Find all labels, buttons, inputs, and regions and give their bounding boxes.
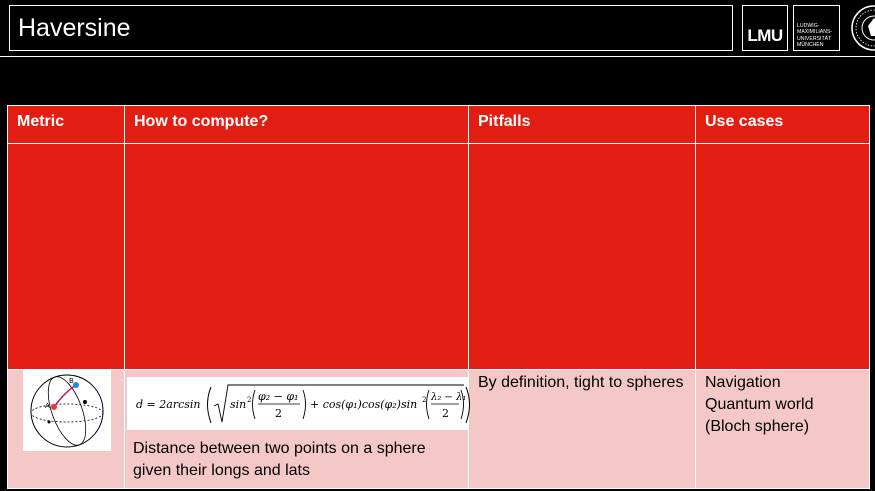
column-header-how-to-compute: How to compute? <box>124 105 469 144</box>
column-header-metric: Metric <box>7 105 125 144</box>
list-item: Quantum world <box>705 396 814 413</box>
formula-description: Distance between two points on a sphere … <box>133 440 426 479</box>
svg-text:+ cos(φ₁)cos(φ₂)sin: + cos(φ₁)cos(φ₂)sin <box>310 398 417 411</box>
column-header-use-cases: Use cases <box>695 105 870 144</box>
column-header-pitfalls: Pitfalls <box>468 105 696 144</box>
university-seal-icon <box>851 5 875 51</box>
haversine-formula: d = 2arcsin sin 2 φ₂ − φ₁ 2 + cos(φ₁)cos… <box>127 377 473 430</box>
use-cases-cell: Navigation Quantum world (Bloch sphere) <box>695 369 870 489</box>
svg-text:φ₂ − φ₁: φ₂ − φ₁ <box>258 390 298 403</box>
table-row: A B d = 2arcsin sin 2 φ₂ − φ₁ 2 + cos(φ₁… <box>7 369 870 489</box>
pitfalls-text: By definition, tight to spheres <box>478 374 684 391</box>
svg-text:λ₂ − λ₁: λ₂ − λ₁ <box>430 392 466 403</box>
use-cases-list: Navigation Quantum world (Bloch sphere) <box>696 370 869 438</box>
svg-text:2: 2 <box>442 407 449 420</box>
table-header-row: Metric How to compute? Pitfalls Use case… <box>7 105 870 144</box>
table-spacer-row <box>7 143 870 370</box>
svg-text:2: 2 <box>275 407 282 420</box>
how-to-compute-cell: d = 2arcsin sin 2 φ₂ − φ₁ 2 + cos(φ₁)cos… <box>124 369 473 489</box>
pitfalls-cell: By definition, tight to spheres <box>468 369 696 489</box>
list-item: Navigation <box>705 374 781 391</box>
svg-text:sin: sin <box>230 398 246 411</box>
list-item: (Bloch sphere) <box>705 418 810 435</box>
lmu-logo-text: LMU <box>747 26 783 45</box>
metric-cell: A B <box>7 369 125 489</box>
slide-title: Haversine <box>9 5 733 51</box>
comparison-table: Metric How to compute? Pitfalls Use case… <box>7 105 870 489</box>
university-name-logo: Ludwig- Maximilians- Universität München <box>793 5 840 51</box>
lmu-logo: LMU <box>742 5 788 51</box>
svg-text:2: 2 <box>422 396 426 404</box>
header-divider <box>0 56 875 57</box>
point-b-label: B <box>69 377 74 385</box>
svg-text:2: 2 <box>247 396 251 404</box>
point-a-label: A <box>45 402 50 410</box>
svg-text:d = 2arcsin: d = 2arcsin <box>136 398 200 411</box>
sphere-diagram: A B <box>23 370 111 451</box>
